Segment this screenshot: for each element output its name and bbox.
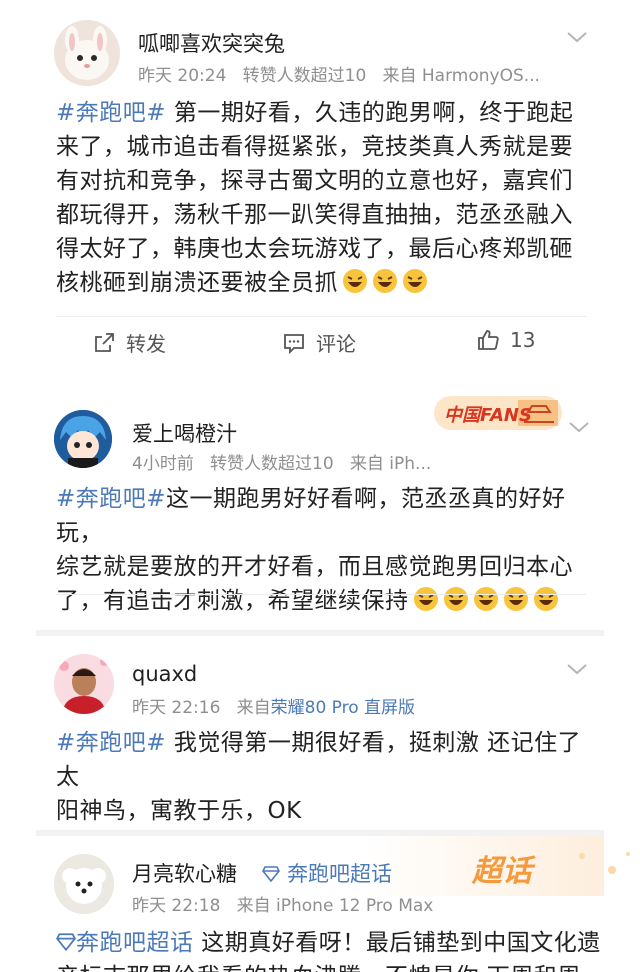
body-line: 产标志那里给我看的热血沸腾，不愧是你 下周和周 bbox=[56, 960, 616, 972]
body-line: 第一期好看，久违的跑男啊，终于跑起 bbox=[166, 100, 574, 126]
supertopic-diamond-icon bbox=[56, 933, 76, 952]
laughing-emoji-icon bbox=[373, 269, 397, 293]
body-line: 了，有追击才刺激，希望继续保持 bbox=[56, 588, 409, 614]
laughing-emoji-icon bbox=[343, 269, 367, 293]
post-source: 来自 iPhone 12 Pro Max bbox=[236, 896, 434, 916]
topic-link[interactable]: #奔跑吧# bbox=[56, 730, 166, 756]
post-card-1: 呱唧喜欢突突兔 昨天 20:24 转赞人数超过10 来自 HarmonyOS..… bbox=[0, 0, 640, 372]
chevron-down-icon[interactable] bbox=[568, 420, 590, 434]
username[interactable]: 呱唧喜欢突突兔 bbox=[138, 28, 285, 58]
china-fans-badge[interactable]: 中国FANS bbox=[432, 392, 564, 434]
action-bar: 转发 评论 13 bbox=[0, 318, 640, 368]
repost-button[interactable]: 转发 bbox=[92, 328, 166, 357]
laughing-emoji-icon bbox=[403, 269, 427, 293]
avatar[interactable] bbox=[54, 654, 114, 714]
username: 月亮软心糖 奔跑吧超话 bbox=[132, 858, 392, 888]
badge-text: 中国FANS bbox=[444, 405, 532, 426]
laughing-emoji-icon bbox=[443, 587, 468, 611]
body-line: 这期真好看呀！最后铺垫到中国文化遗 bbox=[193, 930, 601, 956]
post-meta: 昨天 22:18 来自 iPhone 12 Pro Max bbox=[132, 891, 433, 916]
username-text[interactable]: 月亮软心糖 bbox=[132, 862, 237, 886]
post-time: 昨天 22:16 bbox=[132, 698, 221, 718]
divider bbox=[56, 316, 586, 317]
post-time: 昨天 20:24 bbox=[138, 66, 227, 86]
post-meta: 昨天 22:16 来自荣耀80 Pro 直屏版 bbox=[132, 693, 415, 718]
body-line: 得太好了，韩庚也太会玩游戏了，最后心疼郑凯砸 bbox=[56, 236, 573, 262]
post-time: 昨天 22:18 bbox=[132, 896, 221, 916]
body-line: 阳神鸟，寓教于乐，OK bbox=[56, 798, 302, 824]
post-card-2: 爱上喝橙汁 4小时前 转赞人数超过10 来自 iPh... 中国FANS #奔跑… bbox=[0, 372, 640, 630]
post-body: 奔跑吧超话 这期真好看呀！最后铺垫到中国文化遗 产标志那里给我看的热血沸腾，不愧… bbox=[56, 926, 616, 972]
source-prefix: 来自 bbox=[236, 698, 271, 718]
badge-text: 超话 bbox=[472, 854, 532, 889]
topic-link[interactable]: #奔跑吧# bbox=[56, 100, 166, 126]
username[interactable]: 爱上喝橙汁 bbox=[132, 418, 237, 448]
chevron-down-icon[interactable] bbox=[566, 662, 588, 676]
anime-avatar-icon bbox=[54, 410, 112, 468]
post-body: #奔跑吧#这一期跑男好好看啊，范丞丞真的好好玩， 综艺就是要放的开才好看，而且感… bbox=[56, 482, 596, 618]
chevron-down-icon[interactable] bbox=[566, 30, 588, 44]
body-line: 有对抗和竞争，探寻古蜀文明的立意也好，嘉宾们 bbox=[56, 168, 573, 194]
sparkle-decoration-icon bbox=[579, 852, 630, 874]
body-line: 来了，城市追击看得挺紧张，竞技类真人秀就是要 bbox=[56, 134, 573, 160]
chaohua-badge[interactable]: 超话 bbox=[462, 840, 640, 890]
like-count: 13 bbox=[510, 328, 536, 352]
puppy-avatar-icon bbox=[54, 854, 114, 914]
post-card-3: quaxd 昨天 22:16 来自荣耀80 Pro 直屏版 #奔跑吧# 我觉得第… bbox=[0, 636, 640, 830]
topic-link[interactable]: #奔跑吧# bbox=[56, 486, 166, 512]
like-button[interactable]: 13 bbox=[476, 328, 535, 352]
laughing-emoji-icon bbox=[413, 587, 438, 611]
source-device-link[interactable]: 荣耀80 Pro 直屏版 bbox=[271, 698, 415, 718]
body-line: 核桃砸到崩溃还要被全员抓 bbox=[56, 270, 338, 296]
post-source: 来自 iPh... bbox=[349, 454, 432, 474]
laughing-emoji-icon bbox=[503, 587, 528, 611]
rabbit-avatar-icon bbox=[54, 20, 120, 86]
repost-icon bbox=[95, 332, 114, 352]
post-time: 4小时前 bbox=[132, 454, 194, 474]
laughing-emoji-icon bbox=[533, 587, 558, 611]
avatar[interactable] bbox=[54, 20, 120, 86]
avatar[interactable] bbox=[54, 854, 114, 914]
post-body: #奔跑吧# 第一期好看，久违的跑男啊，终于跑起 来了，城市追击看得挺紧张，竞技类… bbox=[56, 96, 596, 300]
post-body: #奔跑吧# 我觉得第一期很好看，挺刺激 还记住了太 阳神鸟，寓教于乐，OK bbox=[56, 726, 596, 828]
post-meta: 昨天 20:24 转赞人数超过10 来自 HarmonyOS... bbox=[138, 61, 540, 86]
post-card-4: 月亮软心糖 奔跑吧超话 超话 昨天 22:18 来自 iPhone 12 Pro… bbox=[0, 836, 640, 972]
post-meta: 4小时前 转赞人数超过10 来自 iPh... bbox=[132, 449, 431, 474]
post-source: 来自 HarmonyOS... bbox=[382, 66, 540, 86]
supertopic-link[interactable]: 奔跑吧超话 bbox=[287, 862, 392, 886]
laughing-emoji-icon bbox=[473, 587, 498, 611]
supertopic-diamond-icon bbox=[262, 866, 281, 883]
username[interactable]: quaxd bbox=[132, 662, 197, 686]
comment-button[interactable]: 评论 bbox=[282, 328, 356, 357]
body-line: 都玩得开，荡秋千那一趴笑得直抽抽，范丞丞融入 bbox=[56, 202, 573, 228]
comment-label: 评论 bbox=[316, 332, 356, 356]
comment-icon bbox=[284, 333, 304, 354]
person-avatar-icon bbox=[54, 654, 114, 714]
repost-info: 转赞人数超过10 bbox=[242, 66, 367, 86]
avatar[interactable] bbox=[54, 410, 112, 468]
topic-link[interactable]: 奔跑吧超话 bbox=[76, 930, 194, 956]
thumbs-up-icon bbox=[478, 330, 499, 350]
divider bbox=[56, 594, 586, 595]
body-line: 综艺就是要放的开才好看，而且感觉跑男回归本心 bbox=[56, 554, 573, 580]
repost-info: 转赞人数超过10 bbox=[210, 454, 334, 474]
repost-label: 转发 bbox=[126, 332, 166, 356]
